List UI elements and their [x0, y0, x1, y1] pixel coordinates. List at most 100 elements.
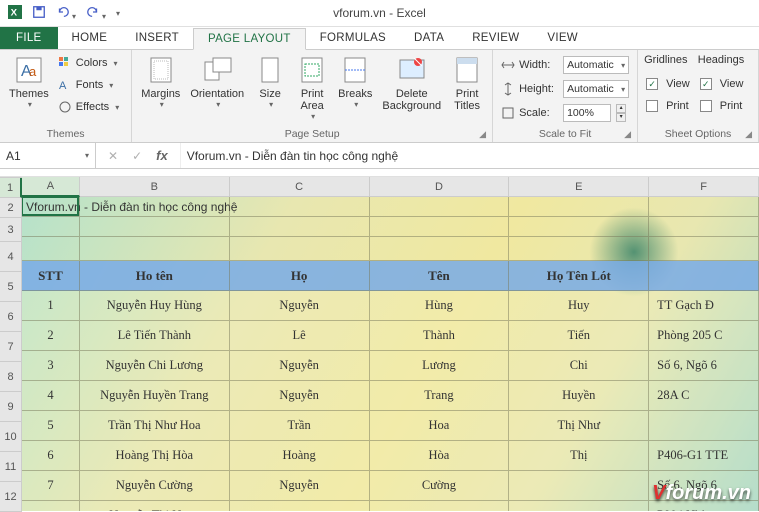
cell[interactable]: Nguyễn	[230, 471, 370, 501]
colors-button[interactable]: Colors	[56, 52, 121, 74]
column-header-A[interactable]: A	[22, 177, 80, 197]
cell[interactable]: Nguyễn	[230, 351, 370, 381]
cell[interactable]	[649, 261, 759, 291]
cell[interactable]: Thị Như	[509, 411, 649, 441]
cell[interactable]: 4	[22, 381, 80, 411]
cell[interactable]: Họ	[230, 261, 370, 291]
scale-launcher-icon[interactable]: ◢	[624, 129, 631, 140]
cell[interactable]: P406-G1 TTE	[649, 441, 759, 471]
cell[interactable]: Nguyễn	[230, 291, 370, 321]
cell[interactable]	[649, 197, 759, 217]
cell[interactable]: Thị	[509, 441, 649, 471]
cell[interactable]: Hùng	[370, 291, 510, 321]
row-header-8[interactable]: 8	[0, 362, 22, 392]
cancel-icon[interactable]: ✕	[108, 149, 118, 163]
redo-icon[interactable]	[86, 5, 106, 22]
save-icon[interactable]	[32, 5, 46, 22]
cell[interactable]: 5	[22, 411, 80, 441]
cell[interactable]	[22, 237, 80, 261]
cell[interactable]: Nguyễn Cường	[80, 471, 230, 501]
cell[interactable]: Lê	[230, 321, 370, 351]
fx-icon[interactable]: fx	[156, 148, 168, 163]
breaks-button[interactable]: Breaks	[333, 52, 377, 111]
cell[interactable]: Lê Tiến Thành	[80, 321, 230, 351]
tab-view[interactable]: VIEW	[533, 27, 592, 49]
cell[interactable]: Cường	[370, 471, 510, 501]
size-button[interactable]: Size	[249, 52, 291, 111]
cell[interactable]	[80, 217, 230, 237]
cell[interactable]	[370, 217, 510, 237]
row-header-9[interactable]: 9	[0, 392, 22, 422]
cell[interactable]: Trần Thị Như Hoa	[80, 411, 230, 441]
background-button[interactable]: DeleteBackground	[377, 52, 446, 114]
gridlines-print-checkbox[interactable]: Print	[644, 96, 692, 116]
cell[interactable]: Trang	[370, 381, 510, 411]
row-header-5[interactable]: 5	[0, 272, 22, 302]
themes-button[interactable]: Aa Themes	[4, 52, 54, 111]
tab-insert[interactable]: INSERT	[121, 27, 193, 49]
scale-spinner[interactable]: ▴▾	[616, 104, 626, 122]
cell[interactable]: Nguyễn Chi Lương	[80, 351, 230, 381]
cell[interactable]	[370, 501, 510, 511]
name-box[interactable]: A1▾	[0, 143, 96, 168]
column-header-B[interactable]: B	[80, 177, 230, 197]
cell[interactable]	[80, 237, 230, 261]
cell[interactable]: Hòa	[370, 441, 510, 471]
cell[interactable]	[370, 197, 510, 217]
tab-file[interactable]: FILE	[0, 27, 58, 49]
row-header-4[interactable]: 4	[0, 242, 22, 272]
effects-button[interactable]: Effects	[56, 96, 121, 118]
cell[interactable]	[649, 217, 759, 237]
cell[interactable]	[509, 237, 649, 261]
cell[interactable]: 28A C	[649, 381, 759, 411]
headings-print-checkbox[interactable]: Print	[698, 96, 746, 116]
cell[interactable]	[509, 471, 649, 501]
formula-input[interactable]: Vforum.vn - Diễn đàn tin học công nghệ	[180, 143, 759, 168]
cell[interactable]	[230, 197, 370, 217]
row-header-3[interactable]: 3	[0, 218, 22, 242]
scale-combo[interactable]: 100%	[563, 104, 611, 122]
cell[interactable]: Ho tên	[80, 261, 230, 291]
cell[interactable]	[230, 237, 370, 261]
column-header-F[interactable]: F	[649, 177, 759, 197]
cell[interactable]: 7	[22, 471, 80, 501]
tab-formulas[interactable]: FORMULAS	[306, 27, 400, 49]
margins-button[interactable]: Margins	[136, 52, 185, 111]
tab-page-layout[interactable]: PAGE LAYOUT	[193, 28, 306, 50]
cell[interactable]: Huyền	[509, 381, 649, 411]
cell[interactable]	[509, 217, 649, 237]
cell[interactable]: Chi	[509, 351, 649, 381]
fonts-button[interactable]: AFonts	[56, 74, 121, 96]
width-combo[interactable]: Automatic▾	[563, 56, 629, 74]
page-setup-launcher-icon[interactable]: ◢	[479, 129, 486, 140]
cell[interactable]: 2	[22, 321, 80, 351]
row-header-10[interactable]: 10	[0, 422, 22, 452]
row-header-11[interactable]: 11	[0, 452, 22, 482]
cell[interactable]	[22, 217, 80, 237]
enter-icon[interactable]: ✓	[132, 149, 142, 163]
cell[interactable]	[509, 501, 649, 511]
cell[interactable]: Tên	[370, 261, 510, 291]
cell[interactable]: Huy	[509, 291, 649, 321]
cell[interactable]: 1	[22, 291, 80, 321]
cell[interactable]: Số 6, Ngõ 6	[649, 351, 759, 381]
column-header-E[interactable]: E	[509, 177, 649, 197]
cell[interactable]	[509, 197, 649, 217]
column-header-C[interactable]: C	[230, 177, 370, 197]
row-header-12[interactable]: 12	[0, 482, 22, 512]
cell[interactable]	[80, 197, 230, 217]
cell[interactable]	[230, 217, 370, 237]
cell[interactable]	[22, 501, 80, 511]
row-header-7[interactable]: 7	[0, 332, 22, 362]
cell[interactable]: Nguyễn Huyền Trang	[80, 381, 230, 411]
cell[interactable]	[649, 411, 759, 441]
cell[interactable]: Hoàng	[230, 441, 370, 471]
sheet-options-launcher-icon[interactable]: ◢	[745, 129, 752, 140]
qat-customize-icon[interactable]: ▾	[116, 9, 120, 18]
cell[interactable]: 6	[22, 441, 80, 471]
cell[interactable]	[649, 237, 759, 261]
cell[interactable]: Hoa	[370, 411, 510, 441]
cell[interactable]: STT	[22, 261, 80, 291]
print-titles-button[interactable]: PrintTitles	[446, 52, 488, 114]
cell[interactable]	[370, 237, 510, 261]
